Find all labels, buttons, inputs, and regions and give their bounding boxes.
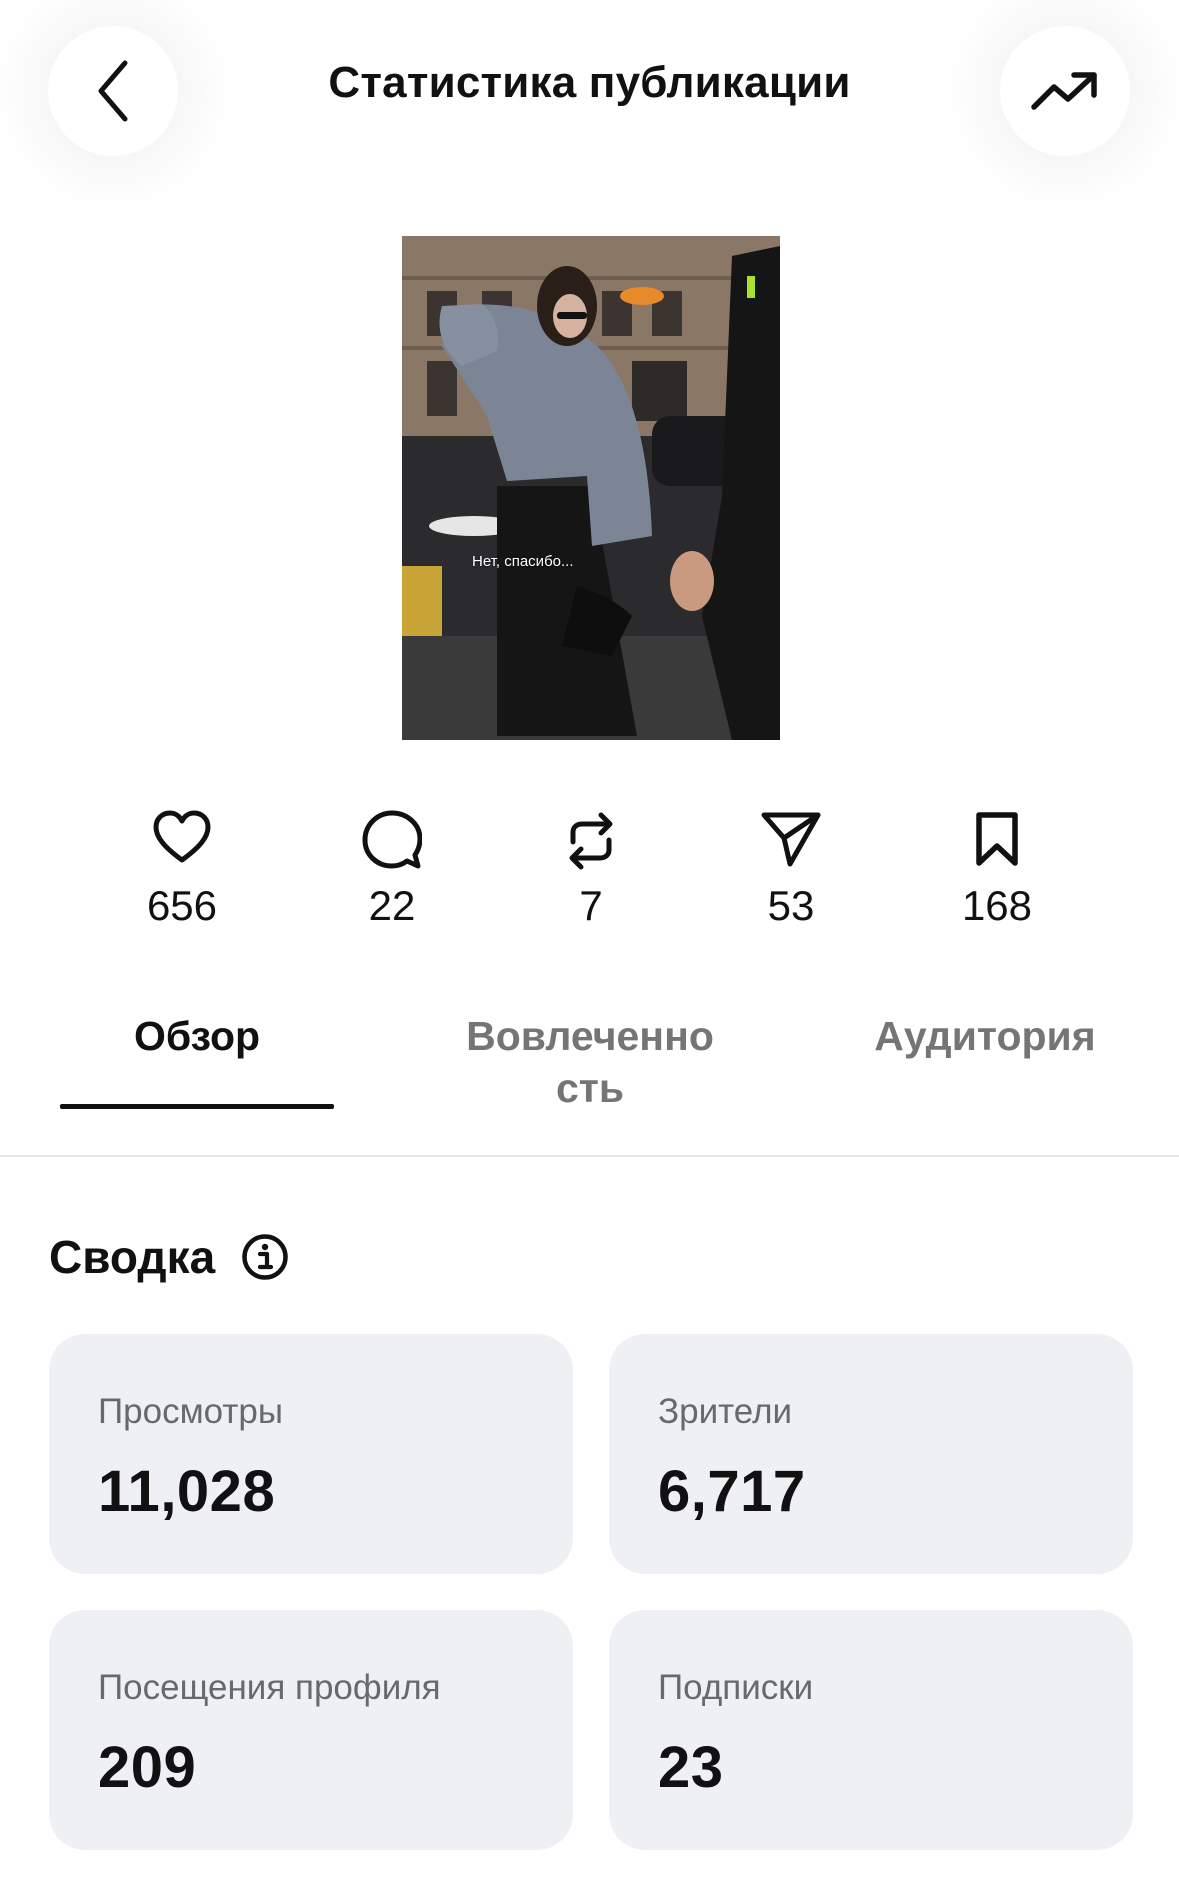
- repost-icon: [569, 812, 613, 870]
- profile-visits-value: 209: [98, 1735, 197, 1800]
- shares-count: 53: [767, 882, 815, 929]
- header: Статистика публикации: [0, 0, 1179, 200]
- tab-overview[interactable]: Обзор: [60, 1010, 334, 1062]
- trending-up-icon: [1031, 72, 1097, 110]
- comments-metric[interactable]: 22: [312, 810, 472, 930]
- trend-button[interactable]: [1000, 26, 1130, 156]
- saves-metric[interactable]: 168: [917, 810, 1077, 930]
- shares-metric[interactable]: 53: [711, 810, 871, 930]
- post-insights-screen: Статистика публикации Нет, спасибо... 65…: [0, 0, 1179, 1885]
- info-button[interactable]: [241, 1233, 289, 1281]
- views-label: Просмотры: [98, 1392, 283, 1431]
- info-icon: [242, 1234, 288, 1280]
- summary-header: Сводка: [49, 1230, 289, 1284]
- summary-title: Сводка: [49, 1231, 216, 1283]
- post-preview-image[interactable]: Нет, спасибо...: [402, 236, 780, 740]
- saves-count: 168: [961, 882, 1033, 929]
- post-metrics: 656 22 7 53 168: [0, 810, 1179, 960]
- likes-count: 656: [146, 882, 218, 929]
- follows-label: Подписки: [658, 1668, 814, 1707]
- post-photo: [402, 236, 780, 740]
- tab-audience[interactable]: Аудитория: [850, 1010, 1120, 1062]
- share-icon: [761, 812, 821, 867]
- comment-icon: [362, 810, 422, 869]
- tab-engagement[interactable]: Вовлеченно сть: [440, 1010, 740, 1114]
- profile-visits-label: Посещения профиля: [98, 1668, 441, 1707]
- post-caption: Нет, спасибо...: [472, 553, 574, 570]
- bookmark-icon: [976, 812, 1018, 866]
- views-card[interactable]: Просмотры 11,028: [49, 1334, 573, 1574]
- active-tab-indicator: [60, 1104, 334, 1109]
- viewers-card[interactable]: Зрители 6,717: [609, 1334, 1133, 1574]
- reposts-count: 7: [579, 882, 603, 929]
- viewers-value: 6,717: [658, 1459, 806, 1524]
- tab-divider: [0, 1155, 1179, 1157]
- views-value: 11,028: [98, 1459, 276, 1524]
- reposts-metric[interactable]: 7: [511, 810, 671, 930]
- follows-card[interactable]: Подписки 23: [609, 1610, 1133, 1850]
- likes-metric[interactable]: 656: [102, 810, 262, 930]
- heart-icon: [153, 810, 211, 863]
- tab-bar: Обзор Вовлеченно сть Аудитория: [0, 1010, 1179, 1160]
- follows-value: 23: [658, 1735, 724, 1800]
- comments-count: 22: [368, 882, 416, 929]
- profile-visits-card[interactable]: Посещения профиля 209: [49, 1610, 573, 1850]
- viewers-label: Зрители: [658, 1392, 793, 1431]
